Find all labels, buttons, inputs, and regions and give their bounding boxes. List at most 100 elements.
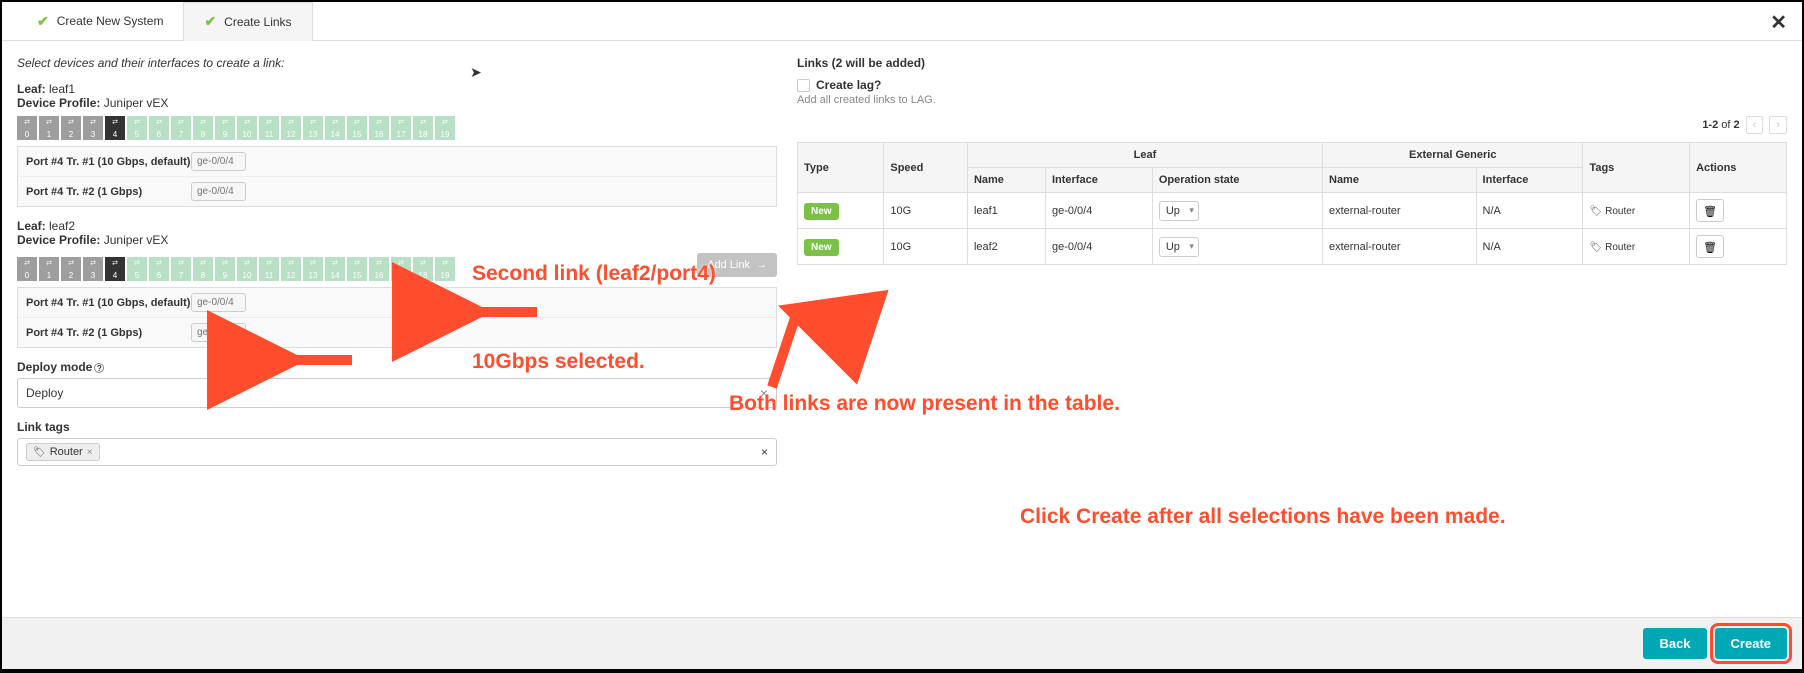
port-3[interactable]: 3 xyxy=(83,116,103,140)
port-13[interactable]: 13 xyxy=(303,116,323,140)
col-leaf: Leaf xyxy=(967,143,1322,168)
tag-cell: 🏷Router xyxy=(1589,206,1635,217)
cell-ext-iface: N/A xyxy=(1476,193,1583,229)
port-12[interactable]: 12 xyxy=(281,257,301,281)
port-0[interactable]: 0 xyxy=(17,116,37,140)
cell-speed: 10G xyxy=(884,229,968,265)
create-lag-checkbox[interactable] xyxy=(797,79,810,92)
col-tags: Tags xyxy=(1583,143,1690,193)
links-table: Type Speed Leaf External Generic Tags Ac… xyxy=(797,142,1787,265)
clear-icon[interactable]: × xyxy=(761,445,768,459)
port-5[interactable]: 5 xyxy=(127,257,147,281)
deploy-mode-value: Deploy xyxy=(26,386,63,400)
check-icon: ✔ xyxy=(37,13,49,30)
help-icon[interactable]: ? xyxy=(94,363,104,373)
port-7[interactable]: 7 xyxy=(171,116,191,140)
create-button[interactable]: Create xyxy=(1715,628,1787,659)
port-2[interactable]: 2 xyxy=(61,116,81,140)
deploy-mode-select[interactable]: Deploy × xyxy=(17,378,777,408)
interface-input[interactable] xyxy=(191,182,246,201)
port-9[interactable]: 9 xyxy=(215,257,235,281)
port-transformation-row[interactable]: Port #4 Tr. #1 (10 Gbps, default) xyxy=(18,147,776,177)
table-row: New 10G leaf1 ge-0/0/4 Up external-route… xyxy=(798,193,1787,229)
next-page-button[interactable]: › xyxy=(1769,116,1787,134)
operation-state-select[interactable]: Up xyxy=(1159,201,1199,221)
port-2[interactable]: 2 xyxy=(61,257,81,281)
annotation-text: Click Create after all selections have b… xyxy=(1020,505,1506,529)
back-button[interactable]: Back xyxy=(1643,628,1706,659)
port-17[interactable]: 17 xyxy=(391,257,411,281)
port-19[interactable]: 19 xyxy=(435,257,455,281)
port-18[interactable]: 18 xyxy=(413,257,433,281)
port-1[interactable]: 1 xyxy=(39,257,59,281)
port-5[interactable]: 5 xyxy=(127,116,147,140)
port-8[interactable]: 8 xyxy=(193,116,213,140)
port-6[interactable]: 6 xyxy=(149,116,169,140)
port-6[interactable]: 6 xyxy=(149,257,169,281)
profile-value: Juniper vEX xyxy=(104,233,169,247)
port-7[interactable]: 7 xyxy=(171,257,191,281)
port-9[interactable]: 9 xyxy=(215,116,235,140)
close-icon[interactable]: ✕ xyxy=(1770,10,1787,35)
wizard-tabs: ✔ Create New System ✔ Create Links xyxy=(2,2,1802,41)
cell-ext-iface: N/A xyxy=(1476,229,1583,265)
remove-tag-icon[interactable]: × xyxy=(87,447,93,458)
col-ext-iface: Interface xyxy=(1476,168,1583,193)
prev-page-button[interactable]: ‹ xyxy=(1746,116,1764,134)
tab-create-links[interactable]: ✔ Create Links xyxy=(183,2,312,41)
port-3[interactable]: 3 xyxy=(83,257,103,281)
col-op-state: Operation state xyxy=(1152,168,1322,193)
port-4[interactable]: 4 xyxy=(105,116,125,140)
interface-input[interactable] xyxy=(191,293,246,312)
port-15[interactable]: 15 xyxy=(347,116,367,140)
col-speed: Speed xyxy=(884,143,968,193)
port-1[interactable]: 1 xyxy=(39,116,59,140)
port-11[interactable]: 11 xyxy=(259,257,279,281)
port-16[interactable]: 16 xyxy=(369,116,389,140)
port-8[interactable]: 8 xyxy=(193,257,213,281)
port-strip-leaf1: 0 1 2 3 4 5 6 7 8 9 10 11 12 13 14 15 16… xyxy=(17,116,777,140)
port-19[interactable]: 19 xyxy=(435,116,455,140)
port-transformation-row[interactable]: Port #4 Tr. #1 (10 Gbps, default) xyxy=(18,288,776,318)
port-13[interactable]: 13 xyxy=(303,257,323,281)
port-17[interactable]: 17 xyxy=(391,116,411,140)
operation-state-select[interactable]: Up xyxy=(1159,237,1199,257)
tab-create-new-system[interactable]: ✔ Create New System xyxy=(17,2,183,40)
port-12[interactable]: 12 xyxy=(281,116,301,140)
trash-icon: 🗑 xyxy=(1703,242,1717,254)
col-leaf-name: Name xyxy=(967,168,1045,193)
profile-key: Device Profile: xyxy=(17,96,100,110)
cell-ext-name: external-router xyxy=(1323,229,1477,265)
interface-input[interactable] xyxy=(191,323,246,342)
leaf-name: leaf2 xyxy=(49,219,75,233)
tab-label: Create New System xyxy=(57,14,164,28)
port-11[interactable]: 11 xyxy=(259,116,279,140)
leaf-key: Leaf: xyxy=(17,82,46,96)
port-14[interactable]: 14 xyxy=(325,257,345,281)
delete-row-button[interactable]: 🗑 xyxy=(1696,235,1724,258)
trash-icon: 🗑 xyxy=(1703,206,1717,218)
check-icon: ✔ xyxy=(204,13,216,30)
port-strip-leaf2: 0 1 2 3 4 5 6 7 8 9 10 11 12 13 14 15 16… xyxy=(17,257,777,281)
deploy-mode-label: Deploy mode? xyxy=(17,360,777,374)
port-15[interactable]: 15 xyxy=(347,257,367,281)
port-10[interactable]: 10 xyxy=(237,116,257,140)
port-10[interactable]: 10 xyxy=(237,257,257,281)
col-ext-name: Name xyxy=(1323,168,1477,193)
port-0[interactable]: 0 xyxy=(17,257,37,281)
port-tr-label: Port #4 Tr. #1 (10 Gbps, default) xyxy=(26,156,191,168)
port-16[interactable]: 16 xyxy=(369,257,389,281)
add-link-button[interactable]: Add Link → xyxy=(697,253,777,277)
col-external: External Generic xyxy=(1323,143,1583,168)
port-transformation-row[interactable]: Port #4 Tr. #2 (1 Gbps) xyxy=(18,318,776,347)
leaf-key: Leaf: xyxy=(17,219,46,233)
clear-icon[interactable]: × xyxy=(760,385,768,401)
interface-input[interactable] xyxy=(191,152,246,171)
port-4[interactable]: 4 xyxy=(105,257,125,281)
delete-row-button[interactable]: 🗑 xyxy=(1696,199,1724,222)
port-transformation-row[interactable]: Port #4 Tr. #2 (1 Gbps) xyxy=(18,177,776,206)
links-header: Links (2 will be added) xyxy=(797,56,1787,70)
link-tags-input[interactable]: 🏷 Router × × xyxy=(17,438,777,466)
port-14[interactable]: 14 xyxy=(325,116,345,140)
port-18[interactable]: 18 xyxy=(413,116,433,140)
